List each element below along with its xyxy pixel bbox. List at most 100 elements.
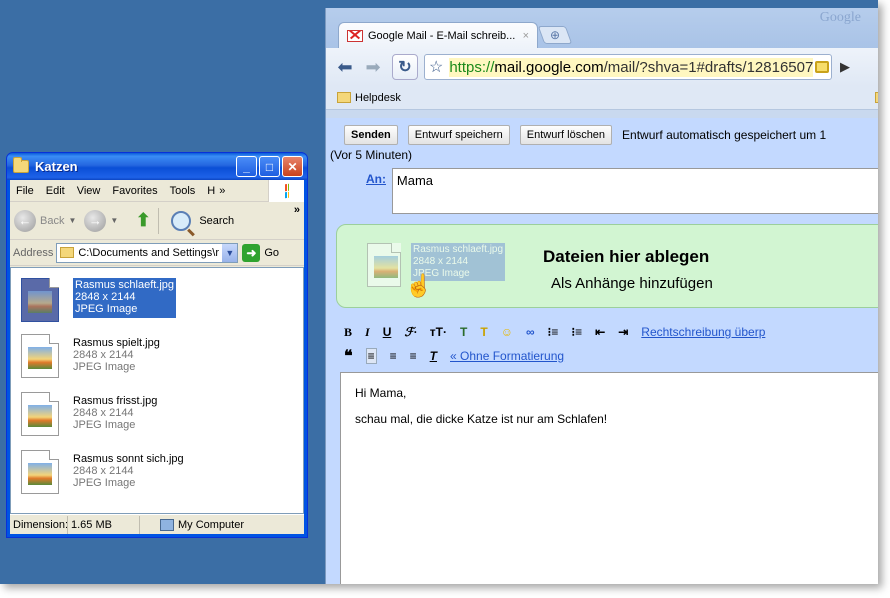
to-field[interactable]: Mama <box>391 168 878 214</box>
message-body[interactable]: Hi Mama, schau mal, die dicke Katze ist … <box>340 372 878 584</box>
send-button[interactable]: Senden <box>344 125 398 145</box>
italic-icon[interactable]: I <box>365 325 370 340</box>
remove-formatting-icon[interactable]: T <box>430 349 437 363</box>
attachment-drop-zone[interactable]: Rasmus schlaeft.jpg 2848 x 2144 JPEG Ima… <box>336 224 878 308</box>
link-icon[interactable]: ∞ <box>526 325 535 339</box>
indent-icon[interactable]: ⇥ <box>618 325 628 339</box>
file-item[interactable]: Rasmus spielt.jpg 2848 x 2144 JPEG Image <box>21 334 160 384</box>
jpeg-file-icon <box>21 450 59 494</box>
autosave-time: (Vor 5 Minuten) <box>330 148 413 162</box>
numbered-list-icon[interactable]: ⁝≡ <box>548 325 559 339</box>
browser-window: Google Google Mail - E-Mail schreib... ×… <box>325 8 878 584</box>
underline-icon[interactable]: U <box>383 325 392 339</box>
file-type: JPEG Image <box>75 303 138 315</box>
align-left-icon[interactable]: ≡ <box>365 348 377 364</box>
menu-more[interactable]: » <box>219 185 225 197</box>
emoji-icon[interactable]: ☺ <box>501 325 513 339</box>
file-item[interactable]: Rasmus sonnt sich.jpg 2848 x 2144 JPEG I… <box>21 450 184 500</box>
go-button[interactable]: Go <box>264 247 279 259</box>
forward-dropdown-icon[interactable]: ▼ <box>110 216 118 225</box>
font-size-icon[interactable]: тT· <box>430 325 447 339</box>
jpeg-file-icon <box>367 243 401 287</box>
file-dimensions: 2848 x 2144 <box>73 465 134 477</box>
dragged-file: Rasmus schlaeft.jpg 2848 x 2144 JPEG Ima… <box>367 243 517 289</box>
status-dimensions: Dimension: <box>10 515 68 534</box>
explorer-window: Katzen _ □ ✕ File Edit View Favorites To… <box>6 152 308 538</box>
other-bookmarks-icon[interactable] <box>875 92 878 103</box>
tab-gmail[interactable]: Google Mail - E-Mail schreib... × <box>338 22 538 48</box>
back-dropdown-icon[interactable]: ▼ <box>68 216 76 225</box>
explorer-title: Katzen <box>35 159 78 174</box>
align-right-icon[interactable]: ≡ <box>410 349 417 363</box>
bookmark-folder-icon <box>337 92 351 103</box>
to-row: An: Mama <box>326 168 878 214</box>
compose-actions: Senden Entwurf speichern Entwurf löschen… <box>326 122 878 148</box>
autosave-status: Entwurf automatisch gespeichert um 1 <box>622 128 827 142</box>
align-center-icon[interactable]: ≡ <box>390 349 397 363</box>
desktop: Katzen _ □ ✕ File Edit View Favorites To… <box>0 0 878 584</box>
file-item[interactable]: Rasmus frisst.jpg 2848 x 2144 JPEG Image <box>21 392 157 442</box>
forward-arrow-icon[interactable]: → <box>84 209 107 232</box>
status-bar: Dimension: 1.65 MB My Computer <box>10 514 304 534</box>
to-label[interactable]: An: <box>366 168 392 214</box>
bold-icon[interactable]: B <box>344 325 352 340</box>
tab-title: Google Mail - E-Mail schreib... <box>368 29 516 42</box>
menu-tools[interactable]: Tools <box>164 185 202 197</box>
plain-text-link[interactable]: « Ohne Formatierung <box>450 349 564 363</box>
menu-favorites[interactable]: Favorites <box>106 185 163 197</box>
quote-icon[interactable]: ❝ <box>344 346 353 366</box>
forward-icon[interactable]: ➡ <box>364 57 382 78</box>
toolbar-more[interactable]: » <box>294 204 300 216</box>
menu-help[interactable]: H <box>201 185 221 197</box>
search-button[interactable]: Search <box>199 215 234 227</box>
address-label: Address <box>13 246 54 259</box>
omnibox[interactable]: ☆ https://mail.google.com/mail/?shva=1#d… <box>424 54 832 80</box>
menu-edit[interactable]: Edit <box>40 185 71 197</box>
bookmark-helpdesk[interactable]: Helpdesk <box>355 92 401 104</box>
body-line-2: schau mal, die dicke Katze ist nur am Sc… <box>355 412 608 426</box>
bookmarks-bar: Helpdesk <box>326 86 878 110</box>
save-draft-button[interactable]: Entwurf speichern <box>407 125 510 145</box>
explorer-titlebar[interactable]: Katzen _ □ ✕ <box>7 153 307 180</box>
outdent-icon[interactable]: ⇤ <box>595 325 605 339</box>
close-button[interactable]: ✕ <box>282 156 303 177</box>
address-input[interactable]: C:\Documents and Settings\r ▼ <box>56 242 239 263</box>
delete-draft-button[interactable]: Entwurf löschen <box>519 125 613 145</box>
spellcheck-link[interactable]: Rechtschreibung überp <box>641 325 765 339</box>
reload-icon[interactable]: ↻ <box>392 54 418 80</box>
tab-strip: Google Google Mail - E-Mail schreib... ×… <box>326 8 878 48</box>
folder-up-icon[interactable]: ⬆ <box>132 210 154 232</box>
lock-icon[interactable] <box>815 61 830 73</box>
url-path: /mail/?shva=1#drafts/12816507 <box>603 58 814 76</box>
file-item[interactable]: Rasmus schlaeft.jpg 2848 x 2144 JPEG Ima… <box>21 278 177 328</box>
highlight-icon[interactable]: T <box>480 325 487 339</box>
bullet-list-icon[interactable]: ⁝≡ <box>571 325 582 339</box>
menu-view[interactable]: View <box>71 185 107 197</box>
google-watermark: Google <box>819 10 861 25</box>
back-arrow-icon[interactable]: ← <box>14 209 36 232</box>
explorer-body: File Edit View Favorites Tools H » ← Bac… <box>10 180 304 534</box>
address-dropdown-icon[interactable]: ▼ <box>221 243 238 262</box>
star-icon[interactable]: ☆ <box>429 57 443 77</box>
search-icon[interactable] <box>171 210 192 231</box>
gmail-compose: Senden Entwurf speichern Entwurf löschen… <box>326 118 878 584</box>
maximize-button[interactable]: □ <box>259 156 280 177</box>
toolbar-separator <box>158 207 160 234</box>
back-icon[interactable]: ⬅ <box>336 57 354 78</box>
menu-file[interactable]: File <box>10 185 40 197</box>
formatting-toolbar: B I U ℱ· тT· T T ☺ ∞ ⁝≡ ⁝≡ ⇤ ⇥ Rechtschr… <box>344 322 778 342</box>
explorer-menubar: File Edit View Favorites Tools H » <box>10 180 304 202</box>
drop-subtitle: Als Anhänge hinzufügen <box>551 275 713 292</box>
page-menu-icon[interactable]: ▶ <box>840 59 850 75</box>
address-value: C:\Documents and Settings\r <box>78 246 219 259</box>
new-tab-button[interactable]: ⊕ <box>537 26 573 44</box>
windows-logo-icon <box>268 180 304 202</box>
back-button[interactable]: Back <box>40 215 64 227</box>
text-color-icon[interactable]: T <box>460 325 467 339</box>
tab-close-icon[interactable]: × <box>523 30 529 42</box>
minimize-button[interactable]: _ <box>236 156 257 177</box>
url-scheme: https:// <box>449 58 495 76</box>
browser-toolbar: ⬅ ➡ ↻ ☆ https://mail.google.com/mail/?sh… <box>326 48 878 86</box>
go-arrow-icon[interactable]: ➜ <box>242 243 261 262</box>
font-icon[interactable]: ℱ· <box>404 325 416 340</box>
